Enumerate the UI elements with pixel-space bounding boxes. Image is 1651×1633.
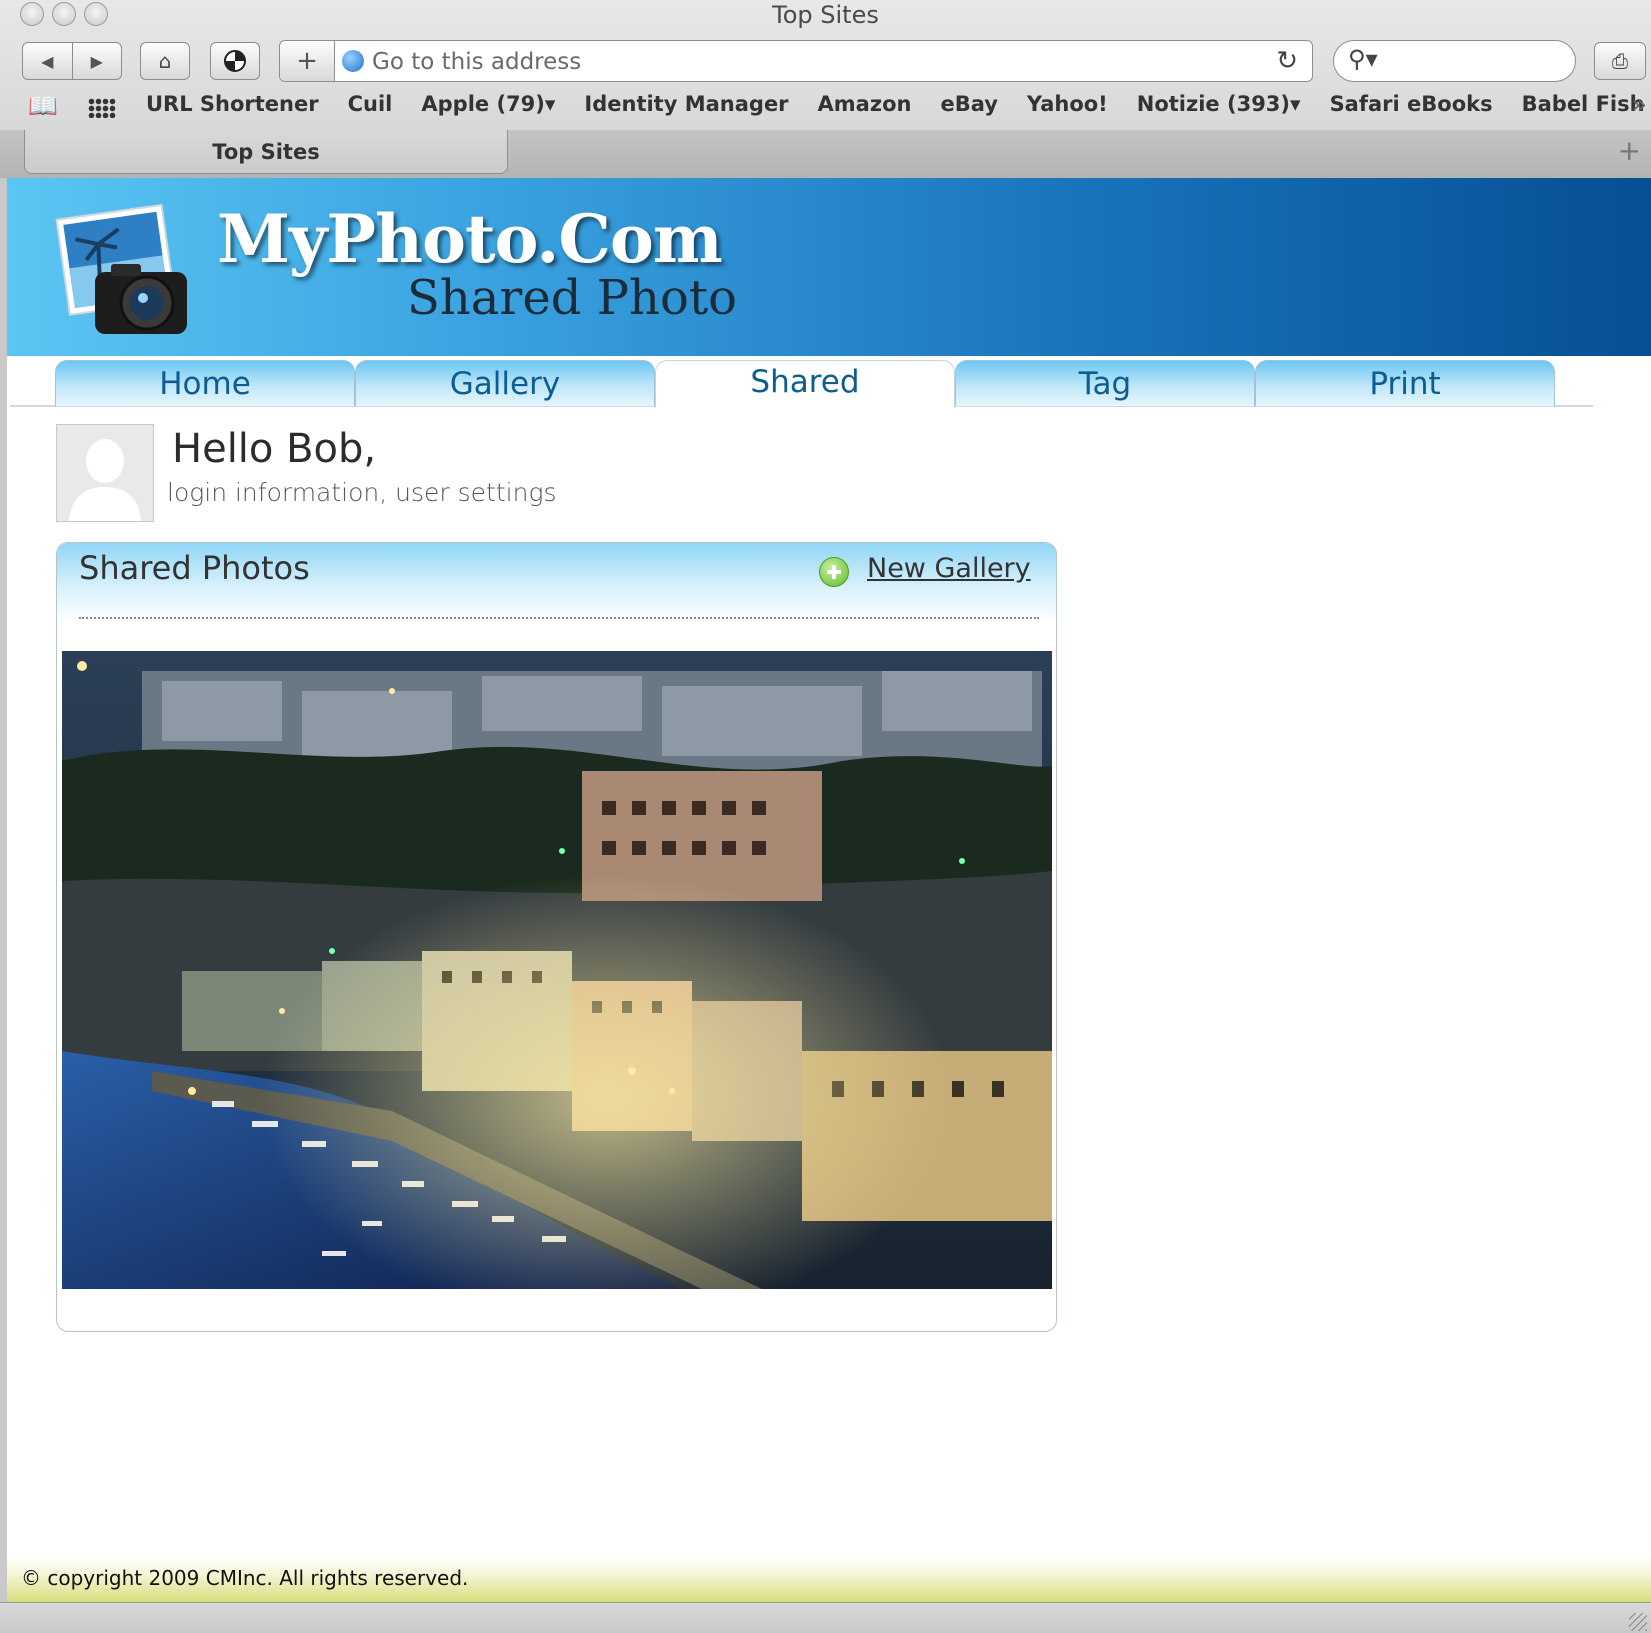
site-subtitle: Shared Photo	[407, 270, 738, 326]
user-links[interactable]: login information, user settings	[167, 478, 556, 507]
bookmark-item[interactable]: eBay	[940, 92, 997, 116]
bookmark-list: URL Shortener Cuil Apple (79)▾ Identity …	[146, 92, 1645, 116]
tab-gallery[interactable]: Gallery	[355, 360, 655, 406]
window-edge	[0, 178, 7, 1618]
window-title: Top Sites	[772, 1, 879, 29]
address-bar: + ↻	[279, 40, 1313, 82]
bookmarks-book-icon[interactable]: 📖	[28, 92, 58, 120]
plus-icon	[819, 557, 849, 587]
bookmarks-bar: 📖 URL Shortener Cuil Apple (79)▾ Identit…	[0, 88, 1651, 126]
panel-title: Shared Photos	[79, 549, 310, 587]
home-icon: ⌂	[158, 49, 172, 73]
copyright-text: © copyright 2009 CMInc. All rights reser…	[21, 1566, 469, 1590]
search-field[interactable]: ⚲▾	[1333, 40, 1576, 82]
site-nav-tabs: Home Gallery Shared Tag Print	[55, 360, 1555, 408]
browser-chrome: Top Sites ◀ ▶ ⌂ + ↻ ⚲▾ ⎙ 📖 URL Shortener…	[0, 0, 1651, 179]
new-gallery-link[interactable]: New Gallery	[819, 549, 1031, 587]
bookmark-item[interactable]: Identity Manager	[584, 92, 788, 116]
shared-photos-panel: Shared Photos New Gallery	[56, 542, 1057, 1332]
tab-home[interactable]: Home	[55, 360, 355, 406]
panel-header: Shared Photos New Gallery	[57, 543, 1056, 623]
bookmark-item[interactable]: Safari eBooks	[1330, 92, 1493, 116]
top-sites-grid-icon[interactable]	[88, 98, 116, 118]
divider	[79, 617, 1039, 619]
back-forward-group: ◀ ▶	[22, 42, 122, 80]
tab-print[interactable]: Print	[1255, 360, 1555, 406]
bookmark-item[interactable]: Notizie (393)▾	[1137, 92, 1301, 116]
bookmark-item[interactable]: Yahoo!	[1027, 92, 1108, 116]
bookmark-item[interactable]: URL Shortener	[146, 92, 319, 116]
browser-tab-top-sites[interactable]: Top Sites	[24, 130, 508, 174]
reload-icon[interactable]: ↻	[1276, 46, 1298, 76]
print-button[interactable]: ⎙	[1594, 42, 1646, 80]
tab-tag[interactable]: Tag	[955, 360, 1255, 406]
more-bookmarks-icon[interactable]: »	[1631, 90, 1647, 120]
tab-shared[interactable]: Shared	[655, 360, 955, 408]
globe-icon	[342, 50, 364, 72]
site-footer: © copyright 2009 CMInc. All rights reser…	[7, 1556, 1651, 1602]
bookmark-item[interactable]: Cuil	[348, 92, 393, 116]
bug-icon	[224, 50, 246, 72]
resize-grip-icon[interactable]	[1629, 1613, 1647, 1631]
back-icon[interactable]: ◀	[23, 52, 72, 71]
avatar-silhouette-icon	[57, 425, 153, 521]
new-gallery-label[interactable]: New Gallery	[867, 553, 1031, 584]
site-header: MyPhoto.Com Shared Photo	[7, 178, 1651, 356]
address-input[interactable]	[370, 45, 1254, 79]
bookmark-item[interactable]: Babel Fish	[1522, 92, 1645, 116]
search-icon: ⚲▾	[1348, 45, 1378, 73]
bookmark-item[interactable]: Apple (79)▾	[421, 92, 555, 116]
status-bar	[0, 1602, 1651, 1633]
bookmark-item[interactable]: Amazon	[818, 92, 912, 116]
shared-photo[interactable]	[62, 651, 1052, 1289]
add-bookmark-icon[interactable]: +	[280, 41, 335, 81]
site-title: MyPhoto.Com	[217, 200, 723, 278]
new-tab-icon[interactable]: +	[1618, 134, 1641, 167]
browser-tab-strip: Top Sites +	[0, 130, 1651, 178]
home-button[interactable]: ⌂	[140, 42, 190, 80]
logo	[55, 203, 187, 334]
print-icon: ⎙	[1612, 49, 1628, 73]
bug-button[interactable]	[210, 42, 260, 80]
forward-icon[interactable]: ▶	[73, 52, 122, 71]
greeting: Hello Bob,	[172, 426, 377, 472]
avatar[interactable]	[56, 424, 154, 522]
